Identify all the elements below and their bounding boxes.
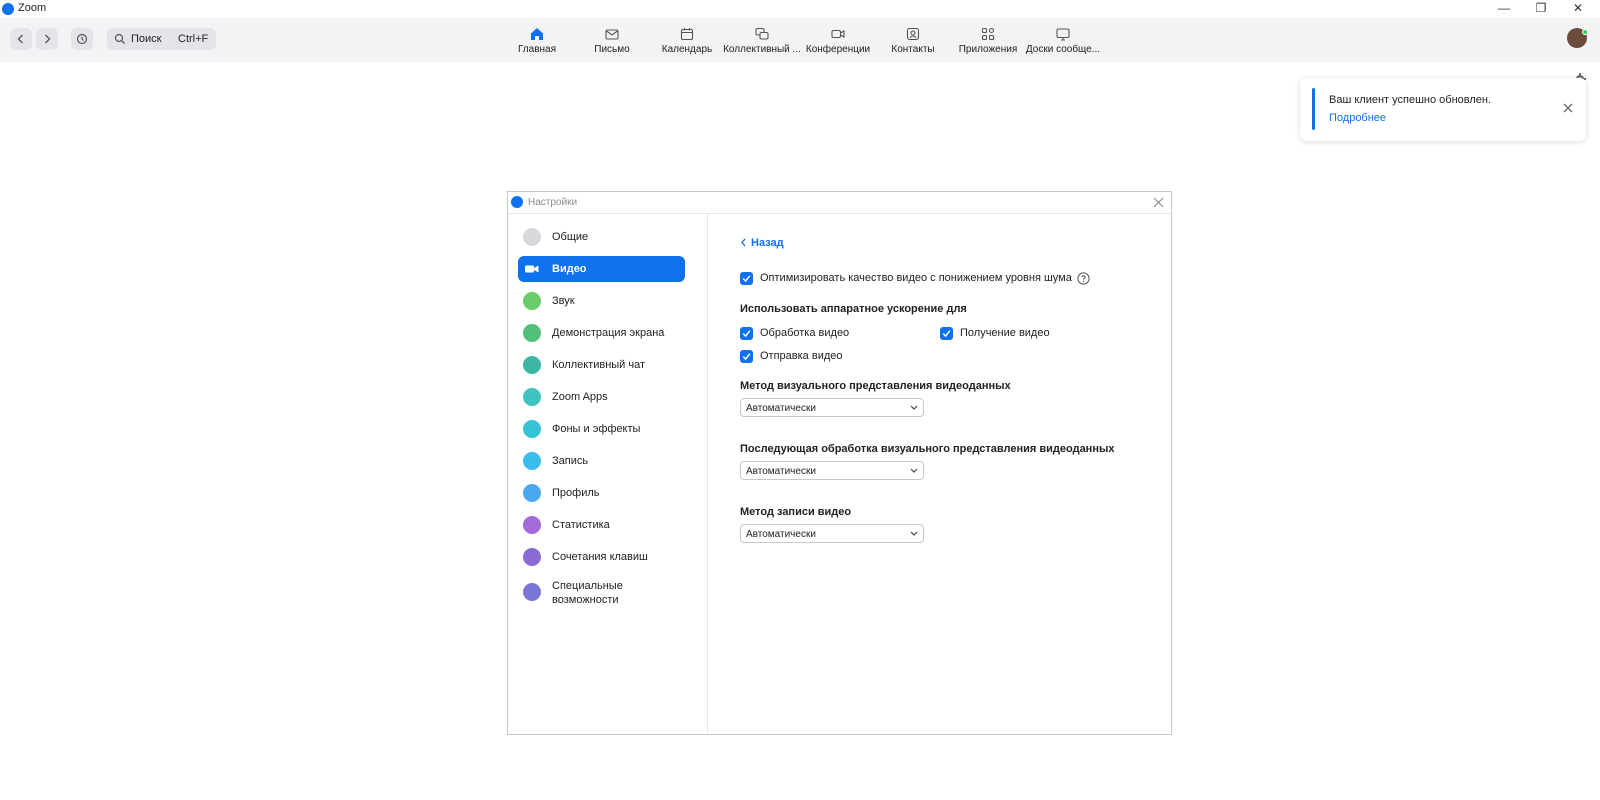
- sidebar-item-zoom-apps[interactable]: Zoom Apps: [518, 384, 685, 410]
- sidebar-item-team-chat[interactable]: Коллективный чат: [518, 352, 685, 378]
- close-icon[interactable]: [1153, 197, 1164, 208]
- profile-icon: [523, 484, 541, 502]
- optimize-video-label: Оптимизировать качество видео с понижени…: [760, 272, 1072, 284]
- sidebar-item-statistics[interactable]: Статистика: [518, 512, 685, 538]
- share-screen-icon: [523, 324, 541, 342]
- title-bar: Zoom — ❐ ✕: [0, 0, 1600, 18]
- chevron-left-icon: [741, 238, 746, 247]
- app-title: Zoom: [18, 2, 47, 14]
- tab-team-chat[interactable]: Коллективный ...: [722, 24, 802, 60]
- search-icon: [114, 33, 125, 44]
- tab-home[interactable]: Главная: [497, 24, 577, 60]
- hw-receive-checkbox[interactable]: [940, 327, 953, 340]
- headphones-icon: [523, 292, 541, 310]
- sidebar-item-general[interactable]: Общие: [518, 224, 685, 250]
- check-icon: [942, 330, 951, 338]
- chevron-right-icon: [45, 34, 51, 44]
- history-icon: [76, 33, 88, 45]
- whiteboard-icon: [1056, 28, 1070, 41]
- keyboard-icon: [523, 548, 541, 566]
- check-icon: [742, 330, 751, 338]
- sidebar-item-share-screen[interactable]: Демонстрация экрана: [518, 320, 685, 346]
- chat-icon: [523, 356, 541, 374]
- restore-button[interactable]: ❐: [1523, 0, 1559, 18]
- statistics-icon: [523, 516, 541, 534]
- hw-processing-label: Обработка видео: [760, 327, 850, 339]
- zoom-logo-icon: [511, 196, 523, 208]
- hw-send-checkbox[interactable]: [740, 350, 753, 363]
- search-box[interactable]: Поиск Ctrl+F: [107, 28, 216, 50]
- update-notification: Ваш клиент успешно обновлен. Подробнее: [1300, 78, 1586, 141]
- tab-calendar[interactable]: Календарь: [647, 24, 727, 60]
- accessibility-icon: [523, 583, 541, 601]
- record-icon: [523, 452, 541, 470]
- hw-send-label: Отправка видео: [760, 350, 843, 362]
- hw-accel-title: Использовать аппаратное ускорение для: [740, 303, 967, 315]
- notification-accent-bar: [1312, 88, 1315, 130]
- search-label: Поиск: [131, 33, 162, 45]
- tab-apps[interactable]: Приложения: [948, 24, 1028, 60]
- dialog-title: Настройки: [528, 197, 578, 208]
- sidebar-item-recording[interactable]: Запись: [518, 448, 685, 474]
- video-icon: [831, 29, 845, 39]
- gear-icon: [523, 228, 541, 246]
- hw-processing-checkbox[interactable]: [740, 327, 753, 340]
- postproc-title: Последующая обработка визуального предст…: [740, 443, 1115, 455]
- capture-method-select[interactable]: Автоматически: [740, 524, 924, 543]
- chevron-down-icon: [910, 405, 918, 410]
- check-icon: [742, 275, 751, 283]
- render-method-title: Метод визуального представления видеодан…: [740, 380, 1011, 392]
- dialog-header: Настройки: [508, 192, 1171, 214]
- sidebar-item-accessibility[interactable]: Специальные возможности: [518, 576, 685, 608]
- tab-whiteboards[interactable]: Доски сообще...: [1023, 24, 1103, 60]
- tab-mail[interactable]: Письмо: [572, 24, 652, 60]
- chat-icon: [755, 27, 769, 40]
- tab-meetings[interactable]: Конференции: [798, 24, 878, 60]
- tab-contacts[interactable]: Контакты: [873, 24, 953, 60]
- history-button[interactable]: [71, 28, 93, 50]
- chevron-down-icon: [910, 468, 918, 473]
- top-nav: Поиск Ctrl+F Главная Письмо Календарь Ко…: [0, 18, 1600, 62]
- sidebar-item-audio[interactable]: Звук: [518, 288, 685, 314]
- capture-method-title: Метод записи видео: [740, 506, 852, 518]
- sidebar-item-keyboard-shortcuts[interactable]: Сочетания клавиш: [518, 544, 685, 570]
- notification-more-link[interactable]: Подробнее: [1329, 112, 1386, 124]
- mail-icon: [605, 29, 619, 40]
- apps-icon: [981, 27, 995, 41]
- postproc-select[interactable]: Автоматически: [740, 461, 924, 480]
- hw-receive-label: Получение видео: [960, 327, 1050, 339]
- home-icon: [531, 28, 543, 40]
- backgrounds-icon: [523, 420, 541, 438]
- sidebar-item-backgrounds[interactable]: Фоны и эффекты: [518, 416, 685, 442]
- check-icon: [742, 353, 751, 361]
- chevron-down-icon: [910, 531, 918, 536]
- optimize-video-checkbox[interactable]: [740, 272, 753, 285]
- sidebar-item-video[interactable]: Видео: [518, 256, 685, 282]
- chevron-left-icon: [17, 34, 23, 44]
- settings-sidebar: Общие Видео Звук Демонстрация экрана Кол…: [508, 214, 708, 734]
- presence-status-badge: [1582, 29, 1588, 35]
- video-settings-panel: Назад Оптимизировать качество видео с по…: [708, 214, 1170, 734]
- contacts-icon: [906, 27, 920, 41]
- notification-message: Ваш клиент успешно обновлен.: [1329, 94, 1492, 106]
- minimize-button[interactable]: —: [1486, 0, 1522, 18]
- back-nav-button[interactable]: [10, 28, 32, 50]
- help-icon[interactable]: [1077, 272, 1090, 285]
- search-shortcut: Ctrl+F: [178, 33, 209, 45]
- zoom-logo-icon: [2, 3, 14, 15]
- settings-dialog: Настройки Общие Видео Звук Демонстрация …: [507, 191, 1172, 735]
- zoom-apps-icon: [523, 388, 541, 406]
- calendar-icon: [680, 28, 694, 41]
- forward-nav-button[interactable]: [36, 28, 58, 50]
- render-method-select[interactable]: Автоматически: [740, 398, 924, 417]
- close-icon[interactable]: [1562, 102, 1574, 114]
- sidebar-item-profile[interactable]: Профиль: [518, 480, 685, 506]
- video-icon: [523, 260, 541, 278]
- close-window-button[interactable]: ✕: [1560, 0, 1596, 18]
- back-link[interactable]: Назад: [740, 237, 784, 249]
